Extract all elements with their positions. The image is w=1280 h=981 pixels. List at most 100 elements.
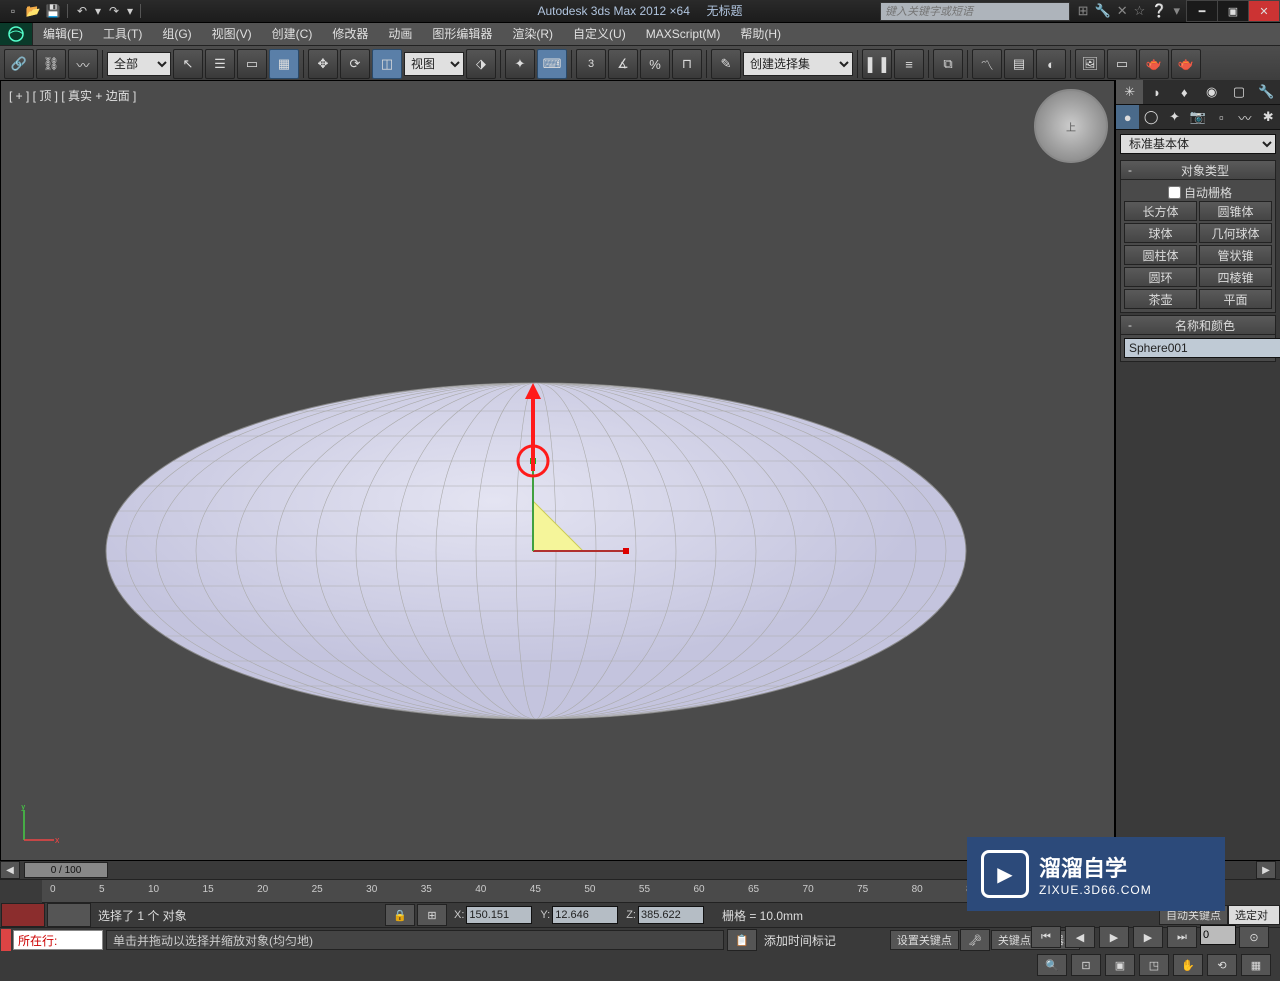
save-icon[interactable]: 💾 [44,3,62,19]
time-prev-button[interactable]: ◀ [0,861,20,879]
goto-end-icon[interactable]: ⏭ [1167,926,1197,948]
quick-render-icon[interactable]: 🫖 [1171,49,1201,79]
zoom-extents-icon[interactable]: ▣ [1105,954,1135,976]
modify-tab-icon[interactable]: ◗ [1143,80,1170,104]
menu-animation[interactable]: 动画 [378,23,422,45]
selected-dropdown[interactable]: 选定对 [1228,905,1280,925]
play-icon[interactable]: ▶ [1099,926,1129,948]
teapot-button[interactable]: 茶壶 [1124,289,1197,309]
selection-filter-dropdown[interactable]: 全部 [107,52,171,76]
menu-create[interactable]: 创建(C) [262,23,323,45]
lock-icon[interactable]: 🔒 [385,904,415,926]
sphere-button[interactable]: 球体 [1124,223,1197,243]
favorite-icon[interactable]: ☆ [1134,3,1146,19]
exchange-icon[interactable]: ✕ [1117,3,1128,19]
render-prod-icon[interactable]: 🫖 [1139,49,1169,79]
menu-views[interactable]: 视图(V) [202,23,262,45]
utilities-tab-icon[interactable]: 🔧 [1253,80,1280,104]
cone-button[interactable]: 圆锥体 [1199,201,1272,221]
spinner-snap-icon[interactable]: ⊓ [672,49,702,79]
cameras-icon[interactable]: 📷 [1186,105,1209,129]
scale-icon[interactable]: ◫ [372,49,402,79]
menu-modifiers[interactable]: 修改器 [322,23,378,45]
menu-help[interactable]: 帮助(H) [730,23,791,45]
key-large-icon[interactable]: 🗝 [960,929,990,951]
timetag-label[interactable]: 添加时间标记 [758,932,890,949]
pivot-icon[interactable]: ⬗ [466,49,496,79]
layer-icon[interactable]: ⧉ [933,49,963,79]
mirror-icon[interactable]: ▌▐ [862,49,892,79]
time-next-button[interactable]: ▶ [1256,861,1276,879]
select-name-icon[interactable]: ☰ [205,49,235,79]
script-listener-label[interactable]: 所在行: [13,930,103,950]
close-button[interactable]: ✕ [1248,0,1280,22]
menu-rendering[interactable]: 渲染(R) [502,23,563,45]
help-icon[interactable]: ❔ [1151,3,1167,19]
geosphere-button[interactable]: 几何球体 [1199,223,1272,243]
orbit-icon[interactable]: ⟲ [1207,954,1237,976]
time-ruler[interactable]: 051015202530354045505560657075808590 [42,880,1040,903]
menu-maxscript[interactable]: MAXScript(M) [636,23,731,45]
trackbar-icon[interactable] [1,903,45,927]
helpers-icon[interactable]: ▫ [1210,105,1233,129]
app-menu-icon[interactable] [0,23,33,45]
zoom-icon[interactable]: 🔍 [1037,954,1067,976]
viewport-label[interactable]: [ + ] [ 顶 ] [ 真实 + 边面 ] [9,87,136,104]
pyramid-button[interactable]: 四棱锥 [1199,267,1272,287]
manipulate-icon[interactable]: ✦ [505,49,535,79]
move-icon[interactable]: ✥ [308,49,338,79]
name-color-rollout[interactable]: -名称和颜色 [1120,315,1276,335]
search-input[interactable] [880,2,1070,21]
menu-group[interactable]: 组(G) [152,23,201,45]
hierarchy-tab-icon[interactable]: ♦ [1171,80,1198,104]
named-selection-dropdown[interactable]: 创建选择集 [743,52,853,76]
open-icon[interactable]: 📂 [24,3,42,19]
category-dropdown[interactable]: 标准基本体 [1120,134,1276,154]
link-icon[interactable]: 🔗 [4,49,34,79]
time-slider-handle[interactable]: 0 / 100 [24,862,108,878]
curve-editor-icon[interactable]: 〽 [972,49,1002,79]
autogrid-checkbox[interactable] [1168,186,1181,199]
snap-toggle-icon[interactable]: 3 [576,49,606,79]
spacewarps-icon[interactable]: 〰 [1233,105,1256,129]
coord-display-icon[interactable]: ⊞ [417,904,447,926]
maximize-vp-icon[interactable]: ▦ [1241,954,1271,976]
redo-dd-icon[interactable]: ▾ [125,3,135,19]
signin-icon[interactable]: 🔧 [1095,3,1111,19]
object-type-rollout[interactable]: -对象类型 [1120,160,1276,180]
tube-button[interactable]: 管状锥 [1199,245,1272,265]
display-tab-icon[interactable]: ▢ [1225,80,1252,104]
create-tab-icon[interactable]: ✳ [1116,80,1143,104]
box-button[interactable]: 长方体 [1124,201,1197,221]
render-frame-icon[interactable]: ▭ [1107,49,1137,79]
menu-tools[interactable]: 工具(T) [93,23,152,45]
shapes-icon[interactable]: ◯ [1139,105,1162,129]
viewcube[interactable]: 上 [1034,89,1104,159]
pan-icon[interactable]: ✋ [1173,954,1203,976]
material-icon[interactable]: ◐ [1036,49,1066,79]
new-icon[interactable]: ▫ [4,3,22,19]
maximize-button[interactable]: ▣ [1217,0,1249,22]
angle-snap-icon[interactable]: ∡ [608,49,638,79]
lights-icon[interactable]: ✦ [1163,105,1186,129]
current-frame-input[interactable] [1200,925,1236,945]
next-frame-icon[interactable]: ▶ [1133,926,1163,948]
coord-z-input[interactable] [638,906,704,924]
coord-x-input[interactable] [466,906,532,924]
coord-y-input[interactable] [552,906,618,924]
menu-graph[interactable]: 图形编辑器 [422,23,502,45]
schematic-icon[interactable]: ▤ [1004,49,1034,79]
undo-dd-icon[interactable]: ▾ [93,3,103,19]
viewport[interactable]: [ + ] [ 顶 ] [ 真实 + 边面 ] 上 [0,80,1115,861]
setkey-button[interactable]: 设置关键点 [890,930,959,950]
zoom-all-icon[interactable]: ⊡ [1071,954,1101,976]
edit-named-sel-icon[interactable]: ✎ [711,49,741,79]
time-config-icon[interactable]: ⊙ [1239,926,1269,948]
torus-button[interactable]: 圆环 [1124,267,1197,287]
trackbar-icon2[interactable] [47,903,91,927]
keyboard-shortcut-icon[interactable]: ⌨ [537,49,567,79]
comm-center-icon[interactable]: ⊞ [1078,3,1089,19]
geometry-icon[interactable]: ● [1116,105,1139,129]
cylinder-button[interactable]: 圆柱体 [1124,245,1197,265]
menu-edit[interactable]: 编辑(E) [33,23,93,45]
